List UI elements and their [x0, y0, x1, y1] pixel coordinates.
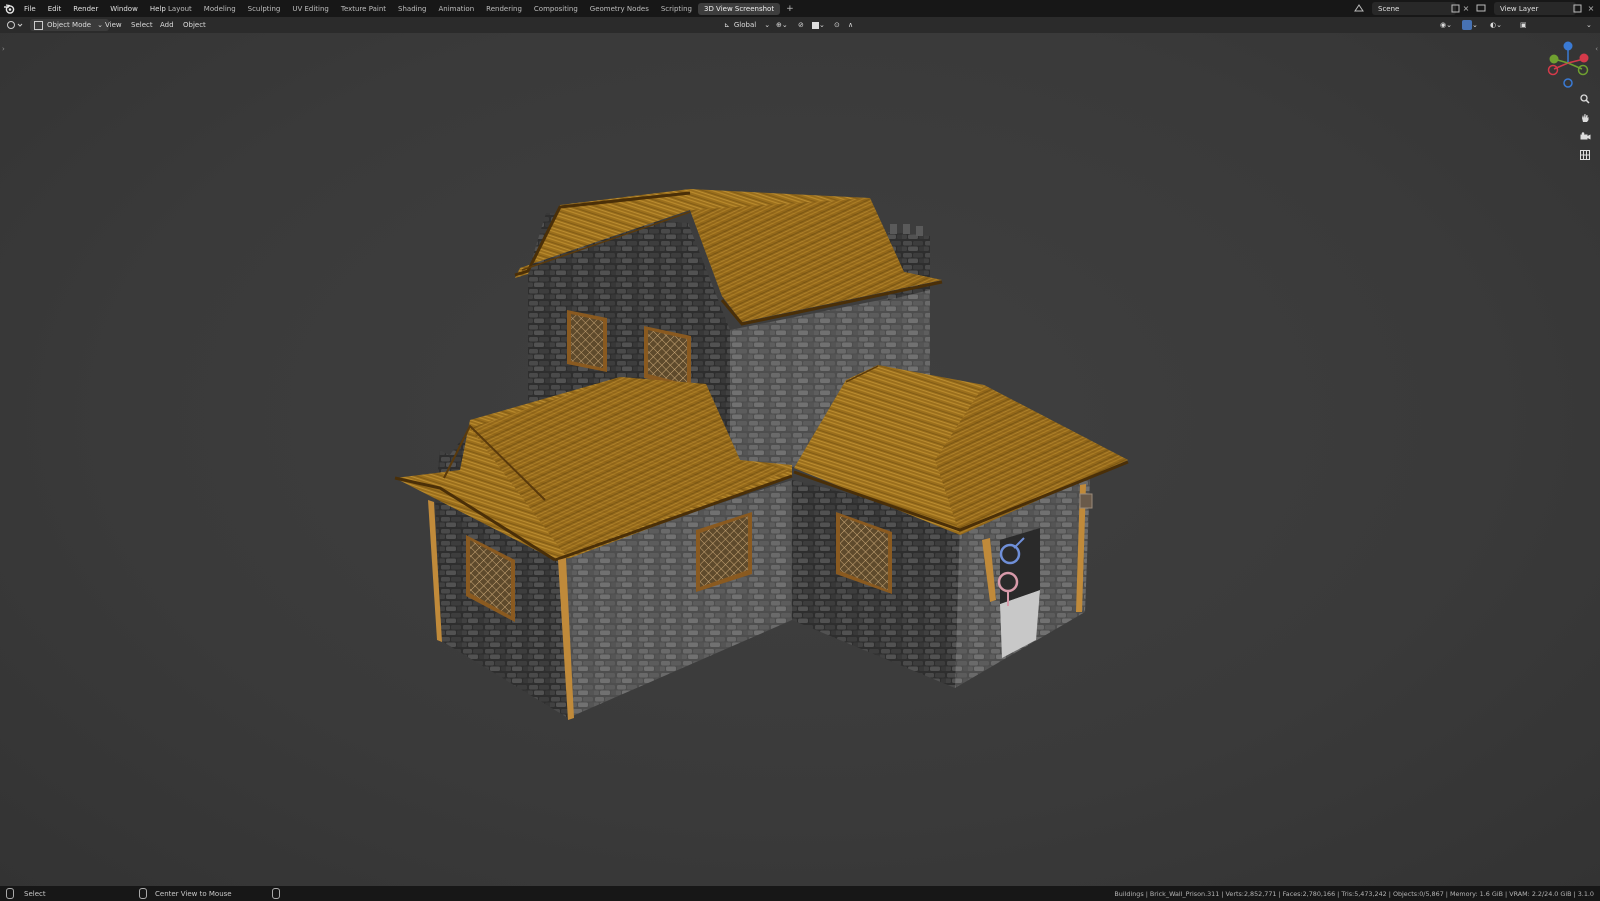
menu-edit[interactable]: Edit	[42, 5, 68, 13]
tab-geometry-nodes[interactable]: Geometry Nodes	[584, 3, 655, 15]
proportional-editing-icon[interactable]: ⊙	[834, 19, 840, 31]
axes-icon: ⊾	[724, 21, 730, 29]
scene-statistics: Buildings | Brick_Wall_Prison.311 | Vert…	[1114, 889, 1594, 898]
object-mode-icon	[34, 20, 43, 30]
menu-add[interactable]: Add	[155, 19, 179, 31]
viewport-header: Object Mode ⌄ View Select Add Object ⊾ G…	[0, 17, 1600, 49]
menu-select[interactable]: Select	[126, 19, 158, 31]
tab-rendering[interactable]: Rendering	[480, 3, 528, 15]
xray-icon[interactable]: ▣	[1520, 19, 1527, 31]
grid-icon[interactable]	[1577, 147, 1593, 163]
new-scene-icon[interactable]	[1450, 3, 1460, 13]
gizmo-toggle-icon[interactable]: ⌄	[1462, 19, 1478, 31]
snap-target-icon[interactable]: ⌄	[812, 19, 825, 31]
view-layer-field[interactable]: View Layer	[1494, 2, 1576, 15]
transform-orientation-select[interactable]: ⊾ Global ⌄	[720, 19, 775, 31]
tab-modeling[interactable]: Modeling	[198, 3, 242, 15]
scene-icon[interactable]	[1354, 3, 1364, 13]
tab-layout[interactable]: Layout	[162, 3, 198, 15]
camera-icon[interactable]	[1577, 128, 1593, 144]
mode-select[interactable]: Object Mode ⌄	[30, 19, 109, 31]
menu-render[interactable]: Render	[67, 5, 104, 13]
editor-type-icon[interactable]	[6, 19, 24, 31]
3d-viewport[interactable]: › ‹	[0, 33, 1600, 886]
main-menu: File Edit Render Window Help	[0, 0, 172, 17]
chevron-down-icon: ⌄	[764, 21, 771, 29]
remove-view-layer-icon[interactable]: ×	[1586, 3, 1596, 13]
tab-compositing[interactable]: Compositing	[528, 3, 584, 15]
menu-view[interactable]: View	[100, 19, 127, 31]
orientation-label: Global	[733, 21, 757, 29]
hand-icon[interactable]	[1577, 110, 1593, 126]
workspace-tabs: Layout Modeling Sculpting UV Editing Tex…	[162, 0, 800, 17]
snap-toggle-icon[interactable]: ⊘	[798, 19, 804, 31]
tab-animation[interactable]: Animation	[432, 3, 480, 15]
pivot-point-icon[interactable]: ⊕⌄	[776, 19, 788, 31]
magnifier-icon[interactable]	[1577, 91, 1593, 107]
status-select-label: Select	[24, 889, 46, 898]
menu-object[interactable]: Object	[178, 19, 211, 31]
tab-scripting[interactable]: Scripting	[655, 3, 698, 15]
menu-file[interactable]: File	[18, 5, 42, 13]
tab-sculpting[interactable]: Sculpting	[242, 3, 287, 15]
tab-texture-paint[interactable]: Texture Paint	[335, 3, 392, 15]
visibility-icon[interactable]: ◉⌄	[1440, 19, 1452, 31]
mouse-right-icon	[272, 888, 280, 899]
mouse-left-icon	[6, 888, 14, 899]
status-bar: Select Center View to Mouse Buildings | …	[0, 886, 1600, 901]
blender-logo-icon[interactable]	[0, 0, 18, 17]
remove-scene-icon[interactable]: ×	[1461, 3, 1471, 13]
house-model[interactable]	[0, 33, 1600, 886]
navigation-gizmo[interactable]	[1540, 39, 1596, 91]
status-center-view-label: Center View to Mouse	[155, 889, 232, 898]
tab-shading[interactable]: Shading	[392, 3, 432, 15]
shading-options-icon[interactable]: ⌄	[1586, 19, 1592, 31]
overlays-icon[interactable]: ◐⌄	[1490, 19, 1502, 31]
new-view-layer-icon[interactable]	[1572, 3, 1582, 13]
menu-window[interactable]: Window	[104, 5, 144, 13]
tab-3d-view-screenshot[interactable]: 3D View Screenshot	[697, 2, 781, 15]
mouse-middle-icon	[139, 888, 147, 899]
top-bar: File Edit Render Window Help Layout Mode…	[0, 0, 1600, 17]
tab-uv-editing[interactable]: UV Editing	[286, 3, 335, 15]
mode-label: Object Mode	[47, 21, 92, 29]
falloff-icon[interactable]: ∧	[848, 19, 853, 31]
scene-field[interactable]: Scene	[1372, 2, 1456, 15]
view-layer-icon[interactable]	[1476, 3, 1486, 13]
add-workspace-icon[interactable]: +	[780, 4, 800, 14]
